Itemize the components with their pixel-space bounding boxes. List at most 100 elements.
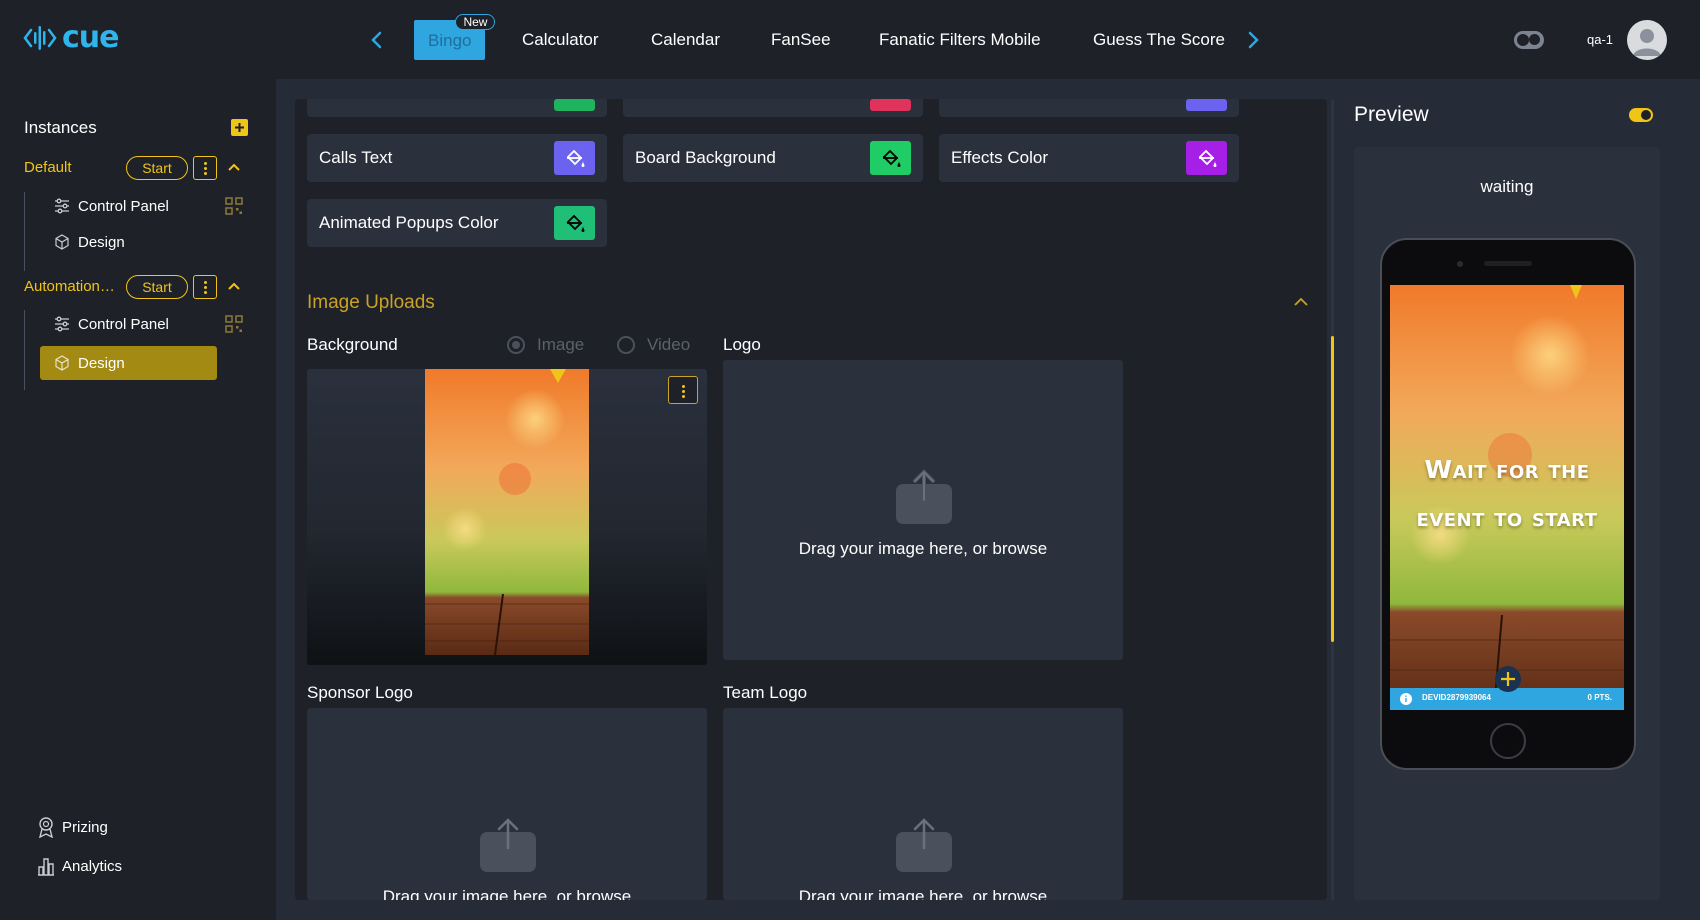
paint-bucket-icon: [566, 149, 585, 167]
tabs-prev-icon[interactable]: [367, 28, 387, 52]
cue-logo[interactable]: cue: [22, 20, 119, 56]
background-thumbnail: [425, 369, 589, 655]
wait-text-line2: event to start: [1416, 503, 1598, 532]
cube-icon: [55, 355, 69, 371]
background-image-preview[interactable]: [307, 369, 707, 665]
sponsor-logo-label: Sponsor Logo: [307, 683, 413, 702]
cue-logo-icon: [23, 26, 57, 50]
color-label: Calls Text: [319, 148, 393, 167]
plus-icon: [235, 123, 244, 132]
logo-text: cue: [62, 20, 119, 55]
start-button[interactable]: Start: [126, 275, 188, 299]
preview-toggle[interactable]: [1629, 108, 1653, 122]
chevron-up-icon[interactable]: [227, 279, 241, 293]
info-icon[interactable]: [1399, 692, 1413, 706]
phone-screen: Wait for the event to start DEVID2879939…: [1390, 285, 1624, 710]
main-scrollbar-thumb[interactable]: [1331, 336, 1334, 642]
bokeh-background-image: [425, 369, 589, 655]
sidebar-item-label: Control Panel: [78, 198, 169, 215]
sidebar-item-control-panel[interactable]: Control Panel: [40, 307, 217, 341]
color-card-effects-color[interactable]: Effects Color: [939, 134, 1239, 182]
paint-bucket-icon: [1198, 149, 1217, 167]
drop-text: Drag your image here, or browse: [798, 539, 1048, 558]
team-logo-dropzone[interactable]: Drag your image here, or browse: [723, 708, 1123, 900]
phone-mockup: Wait for the event to start DEVID2879939…: [1380, 238, 1636, 770]
theme-toggle[interactable]: [1514, 31, 1544, 49]
wait-text-line1: Wait for the: [1424, 455, 1590, 484]
logo-dropzone[interactable]: Drag your image here, or browse: [723, 360, 1123, 660]
instance-default: Default Start: [24, 156, 254, 180]
radio-label: Video: [647, 335, 691, 354]
color-card-calls-text[interactable]: Calls Text: [307, 134, 607, 182]
team-logo-label: Team Logo: [723, 683, 808, 702]
upload-icon: [480, 818, 536, 872]
avatar-icon: [1633, 29, 1661, 56]
instance-menu-button[interactable]: [193, 275, 217, 299]
tab-bingo-label: Bingo: [428, 31, 472, 50]
toggle-knob: [1641, 110, 1651, 120]
background-label: Background: [307, 335, 398, 354]
preview-title: Preview: [1354, 103, 1429, 126]
chevron-up-icon[interactable]: [227, 160, 241, 174]
paint-bucket-icon: [566, 214, 585, 232]
sidebar-item-design[interactable]: Design: [40, 225, 217, 259]
sliders-icon: [55, 316, 69, 332]
preview-panel: waiting Wait for the event to start DEVI…: [1354, 147, 1660, 900]
color-label: Animated Popups Color: [319, 213, 499, 232]
tree-line: [24, 192, 25, 271]
start-button[interactable]: Start: [126, 156, 188, 180]
color-label: Effects Color: [951, 148, 1049, 167]
user-avatar[interactable]: [1627, 20, 1667, 60]
sidebar-item-label: Control Panel: [78, 316, 169, 333]
add-instance-button[interactable]: [231, 119, 248, 136]
sidebar-item-control-panel[interactable]: Control Panel: [40, 189, 217, 223]
color-swatch[interactable]: [870, 141, 911, 175]
color-card-partial[interactable]: [623, 99, 923, 117]
color-card-partial[interactable]: [307, 99, 607, 117]
color-swatch: [1186, 99, 1227, 111]
bar-chart-icon: [38, 858, 54, 876]
color-card-board-background[interactable]: Board Background: [623, 134, 923, 182]
tabs-next-icon[interactable]: [1243, 28, 1263, 52]
preview-status: waiting: [1480, 177, 1534, 196]
radio-dot: [507, 336, 525, 354]
award-icon: [39, 817, 53, 838]
color-swatch[interactable]: [554, 206, 595, 240]
logo-label: Logo: [723, 335, 761, 354]
tab-fanatic-filters-mobile[interactable]: Fanatic Filters Mobile: [879, 26, 1041, 54]
new-badge: New: [455, 14, 496, 30]
drop-text: Drag your image here, or browse: [382, 887, 632, 900]
sidebar-item-label: Design: [78, 355, 125, 372]
radio-label: Image: [537, 335, 585, 354]
instances-title: Instances: [24, 118, 97, 137]
sidebar-item-label: Prizing: [62, 819, 108, 836]
background-more-button[interactable]: [668, 376, 698, 404]
qr-code-icon[interactable]: [224, 314, 244, 334]
paint-bucket-icon: [882, 149, 901, 167]
color-swatch: [870, 99, 911, 111]
sidebar-item-label: Analytics: [62, 858, 123, 875]
tab-fansee[interactable]: FanSee: [771, 26, 831, 54]
color-swatch[interactable]: [554, 141, 595, 175]
tab-calendar[interactable]: Calendar: [651, 26, 720, 54]
instance-name[interactable]: Automation_...: [24, 278, 118, 295]
add-icon[interactable]: [1494, 665, 1522, 693]
color-card-partial[interactable]: [939, 99, 1239, 117]
sidebar-item-label: Design: [78, 234, 125, 251]
color-card-animated-popups[interactable]: Animated Popups Color: [307, 199, 607, 247]
drop-text: Drag your image here, or browse: [798, 887, 1048, 900]
tab-calculator[interactable]: Calculator: [522, 26, 599, 54]
color-swatch[interactable]: [1186, 141, 1227, 175]
device-id: DEVID2879939064: [1422, 693, 1491, 702]
instance-menu-button[interactable]: [193, 156, 217, 180]
tab-guess-the-score[interactable]: Guess The Score: [1093, 26, 1225, 54]
points: 0 PTS.: [1587, 693, 1612, 702]
tree-line: [24, 310, 25, 390]
sidebar-item-design-active[interactable]: Design: [40, 346, 217, 380]
sliders-icon: [55, 198, 69, 214]
sponsor-logo-dropzone[interactable]: Drag your image here, or browse: [307, 708, 707, 900]
tab-bingo[interactable]: Bingo New: [414, 14, 496, 60]
collapse-chevron-icon[interactable]: [1293, 296, 1309, 308]
qr-code-icon[interactable]: [224, 196, 244, 216]
instance-name[interactable]: Default: [24, 159, 72, 176]
